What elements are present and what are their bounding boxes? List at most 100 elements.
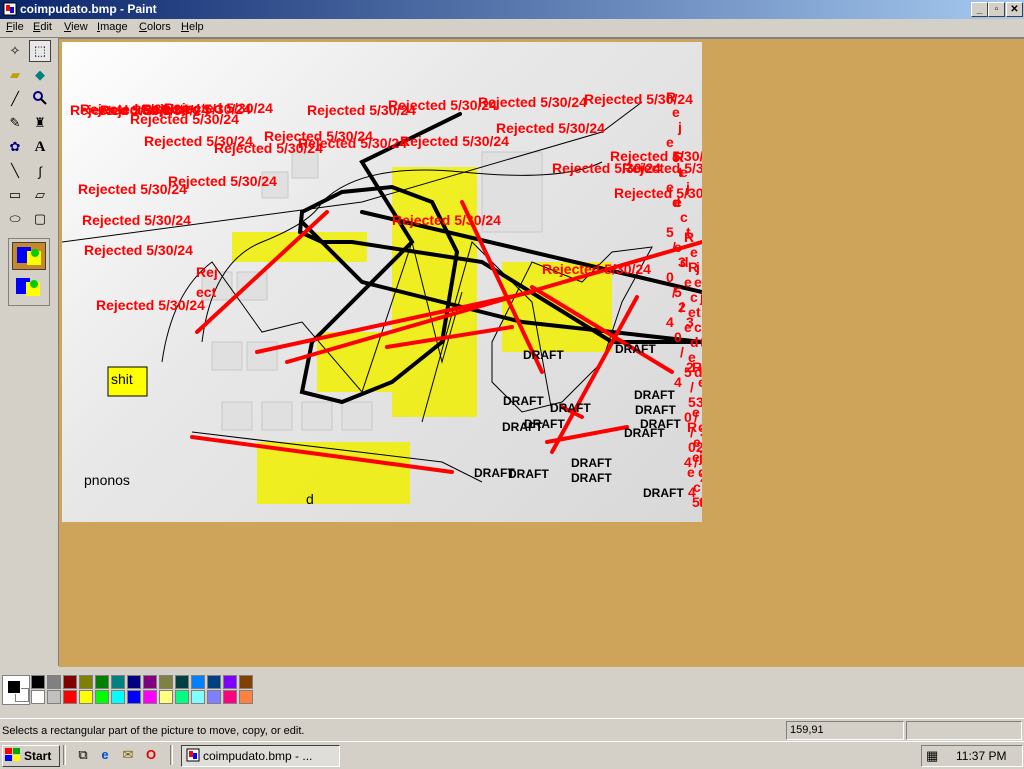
task-label: coimpudato.bmp - ... <box>203 749 313 763</box>
palette-swatch[interactable] <box>143 690 157 704</box>
stamp-fragment-char: 0 <box>674 329 682 345</box>
transparent-option-icon <box>16 278 40 296</box>
shit-label: shit <box>111 371 133 387</box>
magnifier-tool[interactable] <box>29 88 51 110</box>
palette-swatch[interactable] <box>175 675 189 689</box>
rejected-stamp: Rejected 5/30/24 <box>496 120 605 136</box>
palette-swatch[interactable] <box>127 690 141 704</box>
coords-panel: 159,91 <box>786 721 904 740</box>
menu-colors[interactable]: Colors <box>139 21 171 33</box>
windows-logo-icon <box>5 747 21 765</box>
palette-swatch[interactable] <box>31 675 45 689</box>
stamp-fragment-char: 0 <box>666 269 674 285</box>
stamp-fragment-char: 4 <box>674 374 682 390</box>
free-form-select-icon: ✧ <box>9 43 21 58</box>
stamp-fragment-char: / <box>690 379 694 395</box>
rounded-rectangle-tool[interactable]: ▢ <box>29 208 51 230</box>
airbrush-tool[interactable]: ✿ <box>4 136 26 158</box>
foreground-color-swatch[interactable] <box>7 680 21 694</box>
palette-swatch[interactable] <box>47 675 61 689</box>
palette-swatch[interactable] <box>95 675 109 689</box>
drawing-canvas[interactable]: shit pnonos d Rejected 5/30/24 Rejected … <box>62 42 702 522</box>
palette-swatch[interactable] <box>127 675 141 689</box>
ellipse-icon: ⬭ <box>9 211 21 226</box>
brush-tool[interactable]: ♜ <box>29 112 51 134</box>
palette-swatch[interactable] <box>79 690 93 704</box>
curve-tool[interactable]: ∫ <box>29 160 51 182</box>
palette-swatch[interactable] <box>159 690 173 704</box>
taskbar-divider <box>63 745 66 765</box>
pencil-tool[interactable]: ✎ <box>4 112 26 134</box>
scheduler-icon[interactable]: ▦ <box>926 748 938 764</box>
ellipse-tool[interactable]: ⬭ <box>4 208 26 230</box>
clock[interactable]: 11:37 PM <box>956 749 1006 763</box>
palette-swatch[interactable] <box>223 675 237 689</box>
palette-swatch[interactable] <box>111 690 125 704</box>
outlook-express-icon[interactable]: ✉ <box>120 747 136 763</box>
stamp-fragment-char: R <box>674 149 684 165</box>
fill-tool[interactable]: ◆ <box>29 64 51 86</box>
palette-swatch[interactable] <box>223 690 237 704</box>
stamp-fragment-char: c <box>698 419 702 435</box>
menu-help[interactable]: Help <box>181 21 204 33</box>
taskbar-divider <box>170 745 173 765</box>
palette-swatch[interactable] <box>79 675 93 689</box>
palette-swatch[interactable] <box>207 690 221 704</box>
pick-color-tool[interactable]: ╱ <box>4 88 26 110</box>
palette-swatch[interactable] <box>191 690 205 704</box>
rectangle-tool[interactable]: ▭ <box>4 184 26 206</box>
internet-explorer-icon[interactable]: e <box>97 747 113 763</box>
menu-view[interactable]: View <box>64 21 88 33</box>
polygon-tool[interactable]: ▱ <box>29 184 51 206</box>
opera-icon[interactable]: O <box>143 747 159 763</box>
palette-swatch[interactable] <box>63 675 77 689</box>
palette-swatch[interactable] <box>207 675 221 689</box>
show-desktop-icon[interactable]: ⧉ <box>75 747 91 763</box>
menu-image[interactable]: Image <box>97 21 128 33</box>
palette-swatch[interactable] <box>47 690 61 704</box>
palette-swatch[interactable] <box>175 690 189 704</box>
stamp-fragment-char: e <box>672 104 680 120</box>
draft-stamp: DRAFT <box>550 401 591 415</box>
paint-app-icon[interactable] <box>3 2 17 16</box>
polygon-icon: ▱ <box>35 187 45 202</box>
status-message: Selects a rectangular part of the pictur… <box>2 725 305 737</box>
stamp-fragment-char: d <box>690 334 699 350</box>
minimize-button[interactable]: _ <box>971 2 988 17</box>
menu-edit[interactable]: Edit <box>33 21 52 33</box>
curve-icon: ∫ <box>38 163 42 179</box>
airbrush-icon: ✿ <box>9 139 21 154</box>
stamp-fragment-char: R <box>692 359 702 375</box>
palette-swatch[interactable] <box>159 675 173 689</box>
eraser-tool[interactable]: ▰ <box>4 64 26 86</box>
palette-swatch[interactable] <box>191 675 205 689</box>
paint-task-icon <box>186 748 200 765</box>
free-form-select-tool[interactable]: ✧ <box>4 40 26 62</box>
stamp-fragment-char: j <box>677 119 682 135</box>
select-tool[interactable]: ⬚ <box>29 40 51 62</box>
palette-swatch[interactable] <box>143 675 157 689</box>
palette-swatch[interactable] <box>63 690 77 704</box>
start-label: Start <box>24 749 52 763</box>
menu-file[interactable]: File <box>6 21 24 33</box>
text-tool[interactable]: A <box>29 136 51 158</box>
transparent-option[interactable] <box>12 274 44 300</box>
palette-swatch[interactable] <box>111 675 125 689</box>
current-colors[interactable] <box>2 675 30 705</box>
close-button[interactable]: ✕ <box>1006 2 1023 17</box>
task-button-paint[interactable]: coimpudato.bmp - ... <box>181 745 340 767</box>
palette-swatch[interactable] <box>95 690 109 704</box>
opaque-option[interactable] <box>12 242 46 270</box>
rejected-stamp: Rejected 5/30/24 <box>168 173 277 189</box>
maximize-button[interactable]: ▫ <box>988 2 1005 17</box>
canvas-image[interactable]: shit pnonos d Rejected 5/30/24Rejected 5… <box>62 42 702 522</box>
title-bar: coimpudato.bmp - Paint _ ▫ ✕ <box>0 0 1024 19</box>
palette-swatch[interactable] <box>239 690 253 704</box>
palette-swatch[interactable] <box>31 690 45 704</box>
menu-bar: File Edit View Image Colors Help <box>0 19 1024 38</box>
palette-swatch[interactable] <box>239 675 253 689</box>
start-button[interactable]: Start <box>2 745 60 767</box>
line-icon: ╲ <box>11 163 19 178</box>
stamp-fragment-char: / <box>680 299 684 315</box>
line-tool[interactable]: ╲ <box>4 160 26 182</box>
